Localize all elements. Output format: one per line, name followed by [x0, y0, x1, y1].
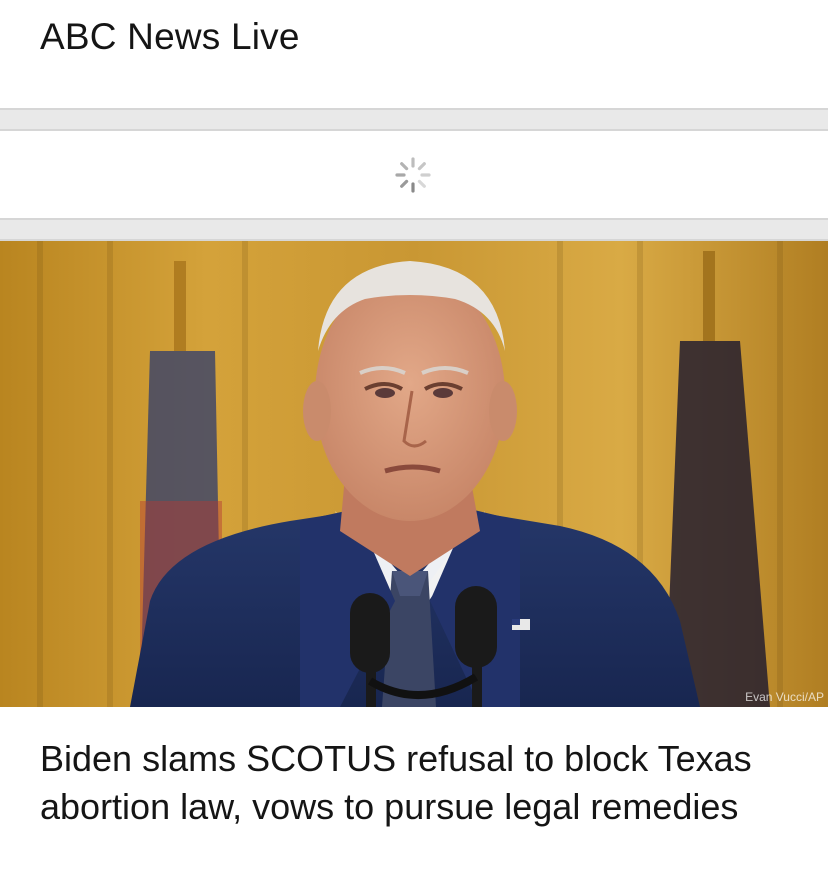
section-divider [0, 108, 828, 131]
section-divider [0, 218, 828, 241]
app-header: ABC News Live [0, 0, 828, 108]
article-photo[interactable] [0, 241, 828, 707]
photo-credit: Evan Vucci/AP [745, 690, 824, 704]
article-headline[interactable]: Biden slams SCOTUS refusal to block Texa… [40, 735, 820, 831]
loading-spinner-icon [395, 157, 431, 193]
photo-illustration [0, 241, 828, 707]
page-title: ABC News Live [40, 16, 300, 57]
